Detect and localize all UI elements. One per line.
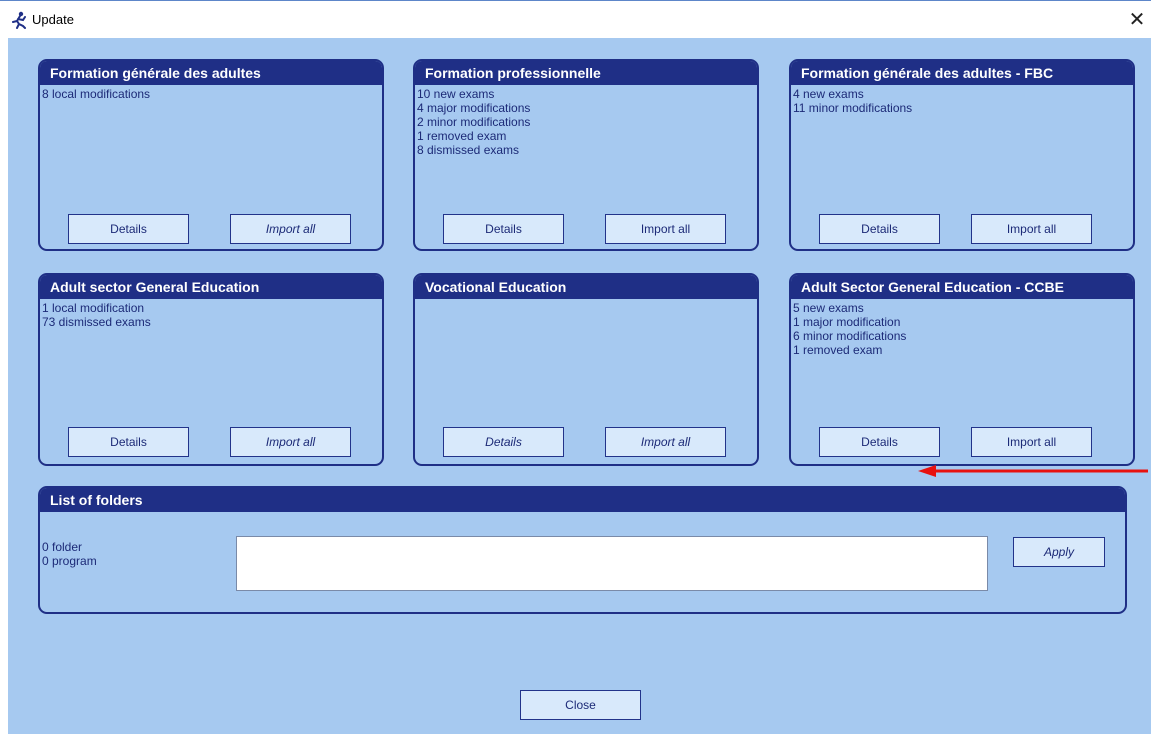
- import-all-button[interactable]: Import all: [605, 427, 726, 457]
- window-title: Update: [32, 12, 74, 27]
- panel-title: Adult Sector General Education - CCBE: [791, 275, 1133, 299]
- details-button[interactable]: Details: [443, 427, 564, 457]
- panel-summary: 8 local modifications: [42, 87, 150, 101]
- import-all-button[interactable]: Import all: [971, 214, 1092, 244]
- summary-line: 8 dismissed exams: [417, 143, 520, 157]
- summary-line: 5 new exams: [793, 301, 864, 315]
- details-button[interactable]: Details: [68, 214, 189, 244]
- panel-title: Adult sector General Education: [40, 275, 382, 299]
- panel-title: Formation générale des adultes - FBC: [791, 61, 1133, 85]
- panel-title: Formation professionnelle: [415, 61, 757, 85]
- summary-line: 1 major modification: [793, 315, 901, 329]
- summary-line: 1 local modification: [42, 301, 145, 315]
- summary-line: 2 minor modifications: [417, 115, 531, 129]
- folders-list-input[interactable]: [236, 536, 988, 591]
- title-bar: Update ✕: [0, 0, 1151, 38]
- panel-adult-sector-ccbe: Adult Sector General Education - CCBE 5 …: [789, 273, 1135, 466]
- annotation-arrow: [918, 465, 1148, 477]
- details-button[interactable]: Details: [443, 214, 564, 244]
- panel-vocational: Vocational Education Details Import all: [413, 273, 759, 466]
- close-window-icon[interactable]: ✕: [1124, 7, 1150, 33]
- panel-adult-sector: Adult sector General Education 1 local m…: [38, 273, 384, 466]
- panel-title: Vocational Education: [415, 275, 757, 299]
- import-all-button[interactable]: Import all: [230, 214, 351, 244]
- dialog-body: Formation générale des adultes 8 local m…: [8, 38, 1151, 734]
- summary-line: 1 removed exam: [417, 129, 507, 143]
- folder-count: 0 folder: [42, 540, 83, 554]
- summary-line: 8 local modifications: [42, 87, 151, 101]
- summary-line: 10 new exams: [417, 87, 495, 101]
- panel-fga: Formation générale des adultes 8 local m…: [38, 59, 384, 251]
- close-button[interactable]: Close: [520, 690, 641, 720]
- panel-summary: 10 new exams 4 major modifications 2 min…: [417, 87, 530, 157]
- panel-fp: Formation professionnelle 10 new exams 4…: [413, 59, 759, 251]
- details-button[interactable]: Details: [819, 214, 940, 244]
- summary-line: 4 new exams: [793, 87, 864, 101]
- summary-line: 6 minor modifications: [793, 329, 907, 343]
- summary-line: 4 major modifications: [417, 101, 531, 115]
- folders-summary: 0 folder 0 program: [42, 540, 97, 568]
- summary-line: 73 dismissed exams: [42, 315, 151, 329]
- import-all-button[interactable]: Import all: [971, 427, 1092, 457]
- summary-line: 11 minor modifications: [793, 101, 913, 115]
- panel-title: List of folders: [40, 488, 1125, 512]
- program-count: 0 program: [42, 554, 97, 568]
- panel-summary: 5 new exams 1 major modification 6 minor…: [793, 301, 906, 357]
- apply-button[interactable]: Apply: [1013, 537, 1105, 567]
- panel-fga-fbc: Formation générale des adultes - FBC 4 n…: [789, 59, 1135, 251]
- panel-summary: 4 new exams 11 minor modifications: [793, 87, 912, 115]
- summary-line: 1 removed exam: [793, 343, 883, 357]
- import-all-button[interactable]: Import all: [230, 427, 351, 457]
- panel-summary: 1 local modification 73 dismissed exams: [42, 301, 151, 329]
- app-logo-icon: [12, 11, 26, 29]
- details-button[interactable]: Details: [68, 427, 189, 457]
- panel-title: Formation générale des adultes: [40, 61, 382, 85]
- details-button[interactable]: Details: [819, 427, 940, 457]
- import-all-button[interactable]: Import all: [605, 214, 726, 244]
